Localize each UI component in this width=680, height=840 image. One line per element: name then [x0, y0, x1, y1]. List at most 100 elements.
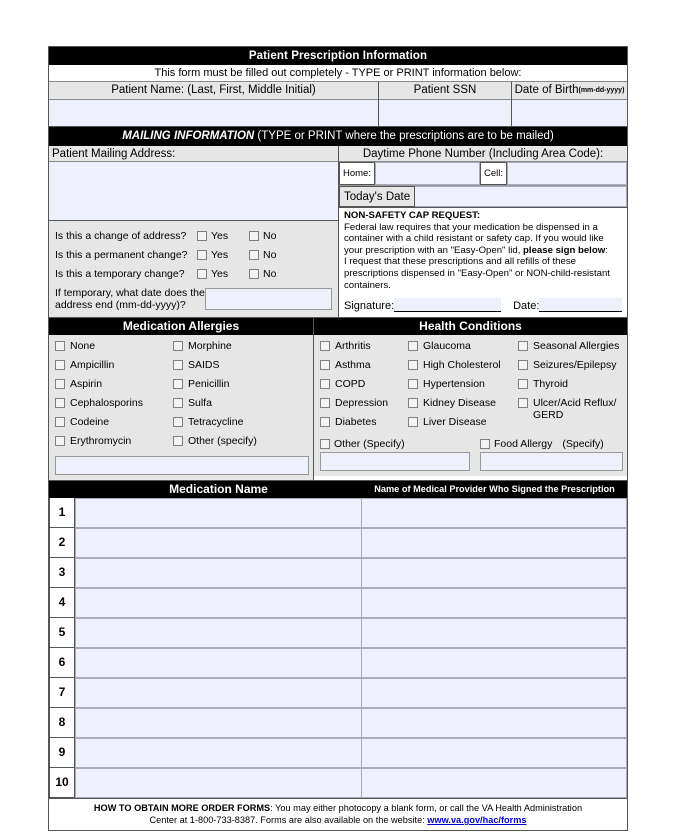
checkbox-icon[interactable] — [55, 379, 65, 389]
medication-name-input[interactable] — [75, 768, 362, 798]
allergy-morphine[interactable]: Morphine — [173, 340, 298, 359]
medication-name-input[interactable] — [75, 738, 362, 768]
condition-other[interactable]: Other (Specify) — [320, 436, 470, 452]
allergy-other-input[interactable] — [55, 456, 309, 475]
allergy-erythromycin[interactable]: Erythromycin — [55, 435, 173, 454]
checkbox-icon[interactable] — [408, 379, 418, 389]
condition-liver-disease[interactable]: Liver Disease — [408, 416, 518, 435]
checkbox-icon[interactable] — [320, 439, 330, 449]
allergy-sulfa[interactable]: Sulfa — [173, 397, 298, 416]
checkbox-icon[interactable] — [173, 436, 183, 446]
checkbox-icon[interactable] — [480, 439, 490, 449]
provider-name-input[interactable] — [362, 738, 627, 768]
provider-name-input[interactable] — [362, 498, 627, 528]
provider-name-input[interactable] — [362, 528, 627, 558]
condition-seizures-epilepsy[interactable]: Seizures/Epilepsy — [518, 359, 622, 378]
allergy-cephalosporins[interactable]: Cephalosporins — [55, 397, 173, 416]
checkbox-icon[interactable] — [55, 341, 65, 351]
checkbox-icon[interactable] — [197, 249, 207, 260]
condition-seasonal-allergies[interactable]: Seasonal Allergies — [518, 340, 622, 359]
temporary-end-date-input[interactable] — [205, 288, 332, 310]
provider-name-input[interactable] — [362, 708, 627, 738]
condition-food-allergy[interactable]: Food Allergy (Specify) — [480, 436, 623, 452]
condition-diabetes[interactable]: Diabetes — [320, 416, 408, 435]
checkbox-icon[interactable] — [249, 230, 259, 241]
change-of-address-no[interactable]: No — [249, 230, 301, 242]
medication-name-input[interactable] — [75, 708, 362, 738]
checkbox-icon[interactable] — [320, 379, 330, 389]
provider-name-input[interactable] — [362, 678, 627, 708]
allergy-codeine[interactable]: Codeine — [55, 416, 173, 435]
medication-name-input[interactable] — [75, 588, 362, 618]
condition-ulcer-acid-reflux-gerd[interactable]: Ulcer/Acid Reflux/ GERD — [518, 397, 622, 423]
condition-arthritis[interactable]: Arthritis — [320, 340, 408, 359]
va-forms-link[interactable]: www.va.gov/hac/forms — [427, 815, 526, 825]
condition-copd[interactable]: COPD — [320, 378, 408, 397]
patient-name-input[interactable] — [49, 100, 378, 127]
checkbox-icon[interactable] — [518, 398, 528, 408]
checkbox-icon[interactable] — [197, 268, 207, 279]
condition-high-cholesterol[interactable]: High Cholesterol — [408, 359, 518, 378]
allergy-saids[interactable]: SAIDS — [173, 359, 298, 378]
medication-name-input[interactable] — [75, 498, 362, 528]
provider-name-input[interactable] — [362, 618, 627, 648]
provider-name-input[interactable] — [362, 648, 627, 678]
signature-date-input[interactable] — [539, 298, 622, 313]
provider-name-input[interactable] — [362, 588, 627, 618]
todays-date-input[interactable] — [415, 186, 627, 207]
allergy-penicillin[interactable]: Penicillin — [173, 378, 298, 397]
checkbox-icon[interactable] — [518, 379, 528, 389]
checkbox-icon[interactable] — [173, 360, 183, 370]
cell-phone-input[interactable] — [507, 162, 627, 185]
allergy-none[interactable]: None — [55, 340, 173, 359]
condition-hypertension[interactable]: Hypertension — [408, 378, 518, 397]
checkbox-icon[interactable] — [320, 341, 330, 351]
checkbox-icon[interactable] — [173, 398, 183, 408]
condition-thyroid[interactable]: Thyroid — [518, 378, 622, 397]
condition-asthma[interactable]: Asthma — [320, 359, 408, 378]
medication-name-input[interactable] — [75, 528, 362, 558]
checkbox-icon[interactable] — [197, 230, 207, 241]
checkbox-icon[interactable] — [408, 341, 418, 351]
checkbox-icon[interactable] — [55, 398, 65, 408]
condition-other-input[interactable] — [320, 452, 470, 471]
provider-name-input[interactable] — [362, 768, 627, 798]
medication-name-input[interactable] — [75, 648, 362, 678]
allergy-other[interactable]: Other (specify) — [173, 435, 298, 454]
checkbox-icon[interactable] — [55, 360, 65, 370]
permanent-change-no[interactable]: No — [249, 249, 301, 261]
checkbox-icon[interactable] — [55, 417, 65, 427]
provider-name-input[interactable] — [362, 558, 627, 588]
checkbox-icon[interactable] — [173, 417, 183, 427]
checkbox-icon[interactable] — [408, 360, 418, 370]
checkbox-icon[interactable] — [408, 417, 418, 427]
home-phone-input[interactable] — [374, 162, 480, 185]
checkbox-icon[interactable] — [408, 398, 418, 408]
checkbox-icon[interactable] — [518, 360, 528, 370]
patient-ssn-input[interactable] — [379, 100, 511, 127]
medication-name-input[interactable] — [75, 558, 362, 588]
checkbox-icon[interactable] — [249, 268, 259, 279]
checkbox-icon[interactable] — [173, 341, 183, 351]
checkbox-icon[interactable] — [518, 341, 528, 351]
condition-glaucoma[interactable]: Glaucoma — [408, 340, 518, 359]
checkbox-icon[interactable] — [173, 379, 183, 389]
condition-depression[interactable]: Depression — [320, 397, 408, 416]
allergy-aspirin[interactable]: Aspirin — [55, 378, 173, 397]
medication-name-input[interactable] — [75, 618, 362, 648]
checkbox-icon[interactable] — [320, 398, 330, 408]
allergy-ampicillin[interactable]: Ampicillin — [55, 359, 173, 378]
mailing-address-input[interactable] — [49, 162, 338, 221]
temporary-change-yes[interactable]: Yes — [197, 268, 249, 280]
allergy-tetracycline[interactable]: Tetracycline — [173, 416, 298, 435]
temporary-change-no[interactable]: No — [249, 268, 301, 280]
checkbox-icon[interactable] — [320, 360, 330, 370]
date-of-birth-input[interactable] — [512, 100, 627, 127]
checkbox-icon[interactable] — [320, 417, 330, 427]
checkbox-icon[interactable] — [55, 436, 65, 446]
permanent-change-yes[interactable]: Yes — [197, 249, 249, 261]
condition-kidney-disease[interactable]: Kidney Disease — [408, 397, 518, 416]
food-allergy-input[interactable] — [480, 452, 623, 471]
change-of-address-yes[interactable]: Yes — [197, 230, 249, 242]
checkbox-icon[interactable] — [249, 249, 259, 260]
